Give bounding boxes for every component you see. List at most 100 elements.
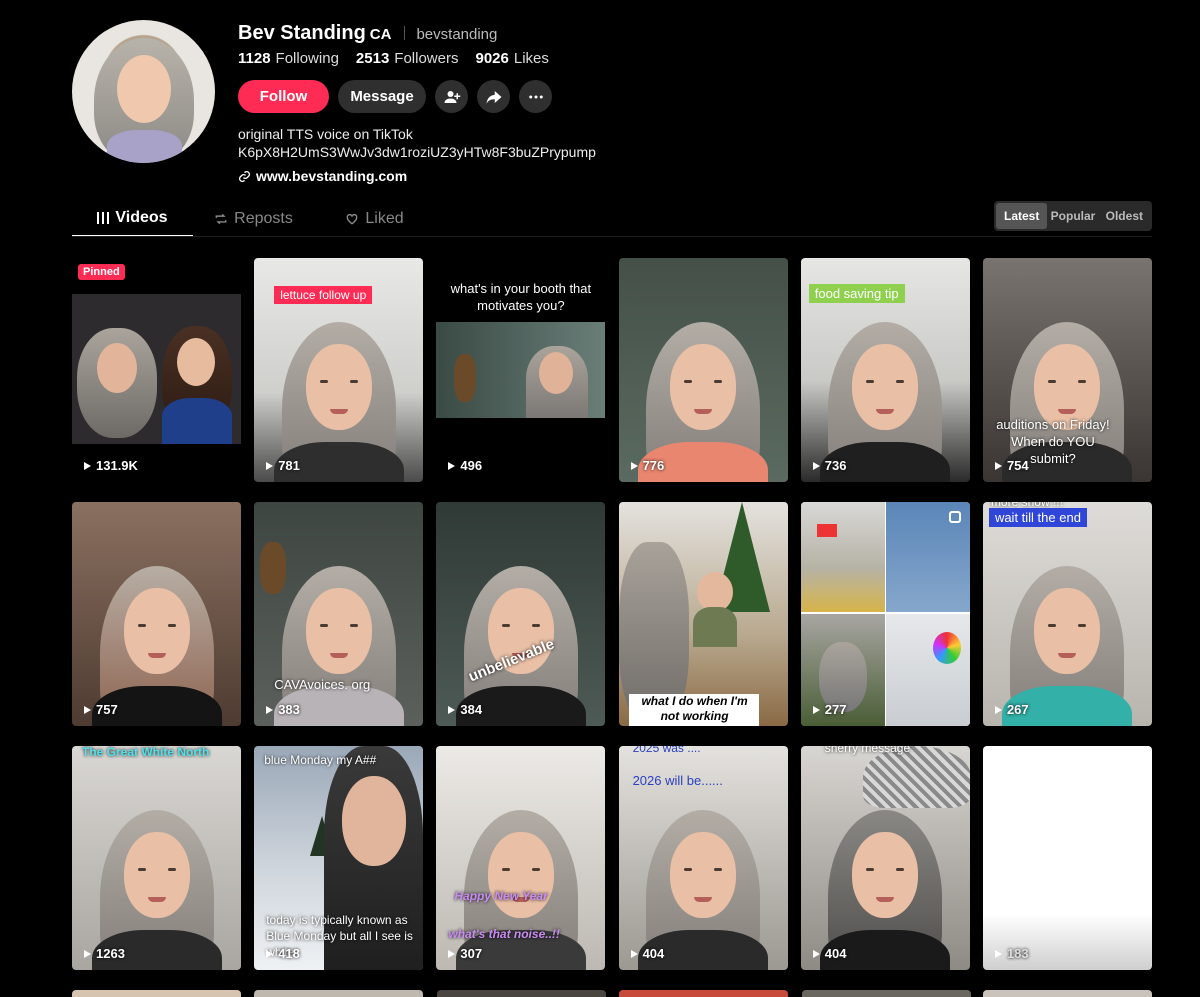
add-user-icon xyxy=(444,90,460,103)
video-card[interactable]: auditions on Friday! When do YOU submit?… xyxy=(982,258,1152,482)
video-card[interactable]: CAVAvoices. org 383 xyxy=(254,502,424,726)
video-card[interactable]: Happy New Year what's that noise..!! 307 xyxy=(436,746,606,970)
view-count: 404 xyxy=(630,946,664,961)
video-caption: what's in your booth that motivates you? xyxy=(450,281,592,313)
video-caption: what's that noise..!! xyxy=(448,927,560,941)
tab-liked[interactable]: Liked xyxy=(314,200,435,237)
video-caption: lettuce follow up xyxy=(274,286,373,304)
view-count: 776 xyxy=(630,458,664,473)
message-button[interactable]: Message xyxy=(338,80,426,113)
follow-button[interactable]: Follow xyxy=(238,80,329,113)
bio-line: K6pX8H2UmS3WwJv3dw1roziUZ3yHTw8F3buZPryp… xyxy=(238,144,596,160)
play-icon xyxy=(994,705,1002,714)
video-card[interactable]: 757 xyxy=(72,502,241,726)
video-card[interactable]: 776 xyxy=(618,258,788,482)
view-count: 736 xyxy=(812,458,846,473)
view-count: 496 xyxy=(448,458,482,473)
add-friend-button[interactable] xyxy=(435,80,468,113)
profile-bio: original TTS voice on TikTok K6pX8H2UmS3… xyxy=(238,125,596,161)
play-icon xyxy=(266,461,274,470)
play-icon xyxy=(812,705,820,714)
play-icon xyxy=(994,949,1002,958)
profile-tabs: Videos Reposts Liked xyxy=(72,200,435,237)
stat-likes: 9026 Likes xyxy=(475,50,549,67)
video-card[interactable]: 277 xyxy=(800,502,970,726)
video-caption: 2025 was .... xyxy=(632,746,701,755)
heart-icon xyxy=(346,213,358,225)
video-caption: sherry message xyxy=(824,746,911,755)
video-caption: The Great White North xyxy=(82,746,210,759)
video-caption: wait till the end xyxy=(988,508,1087,527)
view-count: 404 xyxy=(812,946,846,961)
video-caption: 2026 will be...... xyxy=(632,773,723,788)
view-count: 267 xyxy=(994,702,1029,717)
profile-avatar xyxy=(72,20,215,163)
video-card[interactable]: food saving tip 736 xyxy=(800,258,970,482)
share-button[interactable] xyxy=(477,80,510,113)
play-icon xyxy=(84,461,91,470)
view-count: 383 xyxy=(266,702,300,717)
more-icon xyxy=(528,95,543,98)
video-card[interactable]: lettuce follow up 781 xyxy=(254,258,424,482)
video-caption: what I do when I'm not working xyxy=(641,694,748,723)
tab-videos[interactable]: Videos xyxy=(72,200,193,237)
video-card[interactable]: The Great White North 1263 xyxy=(72,746,241,970)
video-caption: Happy New Year xyxy=(454,889,548,903)
view-count: 757 xyxy=(84,702,118,717)
video-card[interactable]: sherry message 404 xyxy=(800,746,970,970)
video-card[interactable]: 2025 was .... 2026 will be...... 404 xyxy=(618,746,788,970)
profile-name-row: Bev Standing CA bevstanding xyxy=(238,22,497,44)
view-count: 183 xyxy=(994,946,1029,961)
profile-website-link[interactable]: www.bevstanding.com xyxy=(238,168,407,184)
repost-icon xyxy=(215,213,227,224)
video-card[interactable]: what's in your booth that motivates you?… xyxy=(436,258,606,482)
view-count: 418 xyxy=(266,946,300,961)
grid-icon xyxy=(97,211,110,224)
view-count: 384 xyxy=(448,702,482,717)
play-icon xyxy=(812,461,820,470)
play-icon xyxy=(448,461,456,470)
video-caption: blue Monday my A## xyxy=(264,753,377,767)
play-icon xyxy=(84,705,91,714)
stat-followers[interactable]: 2513 Followers xyxy=(356,50,459,67)
video-card[interactable]: what I do when I'm not working xyxy=(618,502,788,726)
profile-actions: Follow Message xyxy=(238,80,552,113)
profile-stats: 1128 Following 2513 Followers 9026 Likes xyxy=(238,50,549,67)
tab-reposts[interactable]: Reposts xyxy=(193,200,314,237)
view-count: 754 xyxy=(994,458,1029,473)
profile-name: Bev Standing xyxy=(238,22,366,44)
view-count: 131.9K xyxy=(84,458,138,473)
play-icon xyxy=(266,705,274,714)
play-icon xyxy=(266,949,274,958)
video-card[interactable]: unbelievable 384 xyxy=(436,502,606,726)
video-card[interactable]: more snow !!! wait till the end 267 xyxy=(982,502,1152,726)
play-icon xyxy=(448,705,456,714)
bio-line: original TTS voice on TikTok xyxy=(238,126,413,142)
sort-oldest[interactable]: Oldest xyxy=(1099,203,1150,229)
view-count: 307 xyxy=(448,946,482,961)
play-icon xyxy=(448,949,456,958)
video-card[interactable]: blue Monday my A## today is typically kn… xyxy=(254,746,424,970)
link-icon xyxy=(238,170,251,182)
sort-popular[interactable]: Popular xyxy=(1047,203,1098,229)
sort-latest[interactable]: Latest xyxy=(996,203,1048,229)
profile-region: CA xyxy=(369,26,392,43)
play-icon xyxy=(84,949,91,958)
play-icon xyxy=(812,949,820,958)
video-caption: food saving tip xyxy=(808,284,905,303)
view-count: 1263 xyxy=(84,946,125,961)
more-options-button[interactable] xyxy=(519,80,552,113)
view-count: 277 xyxy=(812,702,846,717)
play-icon xyxy=(994,461,1002,470)
stat-following[interactable]: 1128 Following xyxy=(238,50,339,67)
share-icon xyxy=(486,90,501,104)
video-card[interactable]: 183 xyxy=(982,746,1152,970)
view-count: 781 xyxy=(266,458,300,473)
video-grid: Pinned 131.9K lettuce follow up 781 what… xyxy=(72,258,1152,970)
profile-handle: bevstanding xyxy=(416,26,498,43)
play-icon xyxy=(630,949,638,958)
sort-toggle: Latest Popular Oldest xyxy=(994,201,1152,231)
video-card[interactable]: Pinned 131.9K xyxy=(72,258,241,482)
video-caption: CAVAvoices. org xyxy=(274,677,371,692)
multi-image-icon xyxy=(948,511,961,523)
